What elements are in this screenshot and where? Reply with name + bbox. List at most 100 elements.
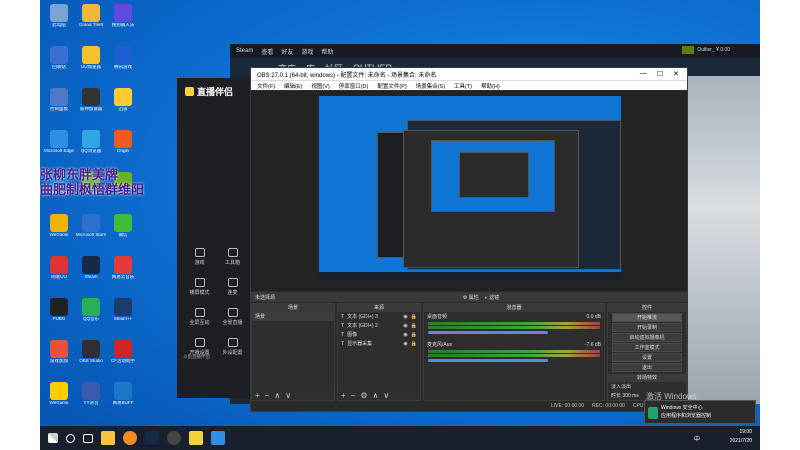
- search-icon[interactable]: [66, 433, 75, 443]
- minimize-icon[interactable]: —: [640, 70, 647, 78]
- task-view-icon[interactable]: [83, 433, 93, 443]
- desktop-icon[interactable]: 控制面板: [42, 88, 76, 112]
- source-item[interactable]: T 文本 (GDI+) 2 ◉ 🔒: [338, 321, 420, 330]
- desktop-icon[interactable]: Microsoft Store: [74, 214, 108, 238]
- obs-menu-item[interactable]: 停靠窗口(D): [339, 82, 369, 90]
- desktop-icon[interactable]: 腾讯游戏: [106, 46, 140, 70]
- obs-menu-item[interactable]: 工具(T): [454, 82, 472, 90]
- desktop-icon[interactable]: 搜狗输入法: [106, 4, 140, 28]
- desktop-icon[interactable]: QQ浏览器: [74, 130, 108, 154]
- live-tile[interactable]: 横屏模式: [183, 278, 216, 296]
- desktop-icon[interactable]: WeGame: [42, 214, 76, 238]
- obs-menu-item[interactable]: 文件(F): [257, 82, 275, 90]
- obs-task-icon[interactable]: [167, 431, 181, 445]
- browser-icon[interactable]: [123, 431, 137, 445]
- maximize-icon[interactable]: ☐: [657, 70, 663, 78]
- down-icon[interactable]: ∨: [285, 391, 291, 400]
- control-button[interactable]: 启动虚拟摄像机: [612, 333, 682, 342]
- steam-task-icon[interactable]: [145, 431, 159, 445]
- live-tile[interactable]: 外设配置: [216, 338, 249, 356]
- clock[interactable]: 19:00 2021/7/20: [730, 428, 752, 446]
- security-notification[interactable]: Windows 安全中心 应用程序和浏览器控制: [644, 400, 756, 424]
- live-tile[interactable]: 连麦: [216, 278, 249, 296]
- source-item[interactable]: T 图像 ◉ 🔒: [338, 330, 420, 339]
- obs-menu-item[interactable]: 视图(V): [311, 82, 329, 90]
- volume-slider[interactable]: [428, 359, 548, 362]
- obs-menu-item[interactable]: 配置文件(P): [377, 82, 406, 90]
- desktop-icon[interactable]: 微信: [106, 214, 140, 238]
- properties-button[interactable]: ⚙ 属性: [463, 294, 479, 301]
- lock-icon[interactable]: 🔒: [411, 341, 417, 347]
- desktop-icon[interactable]: YY语音: [74, 382, 108, 406]
- eye-icon[interactable]: ◉: [403, 332, 407, 338]
- app-task-icon[interactable]: [211, 431, 225, 445]
- desktop-icon[interactable]: 回收站: [42, 46, 76, 70]
- up-icon[interactable]: ∧: [373, 391, 379, 400]
- up-icon[interactable]: ∧: [274, 391, 280, 400]
- desktop-icon[interactable]: Grand Theft: [74, 4, 108, 28]
- scene-item[interactable]: 场景: [252, 312, 334, 321]
- obs-menu-item[interactable]: 帮助(H): [481, 82, 500, 90]
- desktop-icon[interactable]: 网易UU: [42, 256, 76, 280]
- source-item[interactable]: T 文本 (GDI+) 3 ◉ 🔒: [338, 312, 420, 321]
- desktop-icon[interactable]: UU加速器: [74, 46, 108, 70]
- obs-menu-item[interactable]: 编辑(E): [284, 82, 302, 90]
- desktop-icon[interactable]: QQ音乐: [74, 298, 108, 322]
- lock-icon[interactable]: 🔒: [411, 332, 417, 338]
- add-icon[interactable]: +: [341, 391, 346, 400]
- desktop-icon[interactable]: 此电脑: [42, 4, 76, 28]
- desktop-icon[interactable]: 网易云音乐: [106, 256, 140, 280]
- remove-icon[interactable]: −: [265, 391, 270, 400]
- desktop-icon[interactable]: CF活动助手: [106, 340, 140, 364]
- steam-menu-item[interactable]: 查看: [261, 47, 273, 56]
- desktop-icon[interactable]: OBS Studio: [74, 340, 108, 364]
- steam-menu-item[interactable]: 帮助: [321, 47, 333, 56]
- live-assistant-window[interactable]: 直播伴侣 游戏 工具箱 横屏模式 连麦 全屏互动 全景直播 开播设置 外设配置 斗鱼直播伴侣: [177, 78, 253, 398]
- desktop-icon[interactable]: Origin: [106, 130, 140, 154]
- desktop-icon[interactable]: WeGame: [42, 382, 76, 406]
- obs-menu-item[interactable]: 场景集合(S): [416, 82, 445, 90]
- obs-window[interactable]: OBS 27.0.1 (64-bit, windows) - 配置文件: 未命名…: [250, 67, 688, 412]
- desktop-icon[interactable]: Microsoft Edge: [42, 130, 76, 154]
- live-tile[interactable]: 全屏互动: [183, 308, 216, 326]
- eye-icon[interactable]: ◉: [403, 314, 407, 320]
- gear-icon[interactable]: ⚙: [360, 391, 367, 400]
- control-button[interactable]: 工作室模式: [612, 343, 682, 352]
- steam-menu-item[interactable]: Steam: [236, 48, 253, 54]
- live-task-icon[interactable]: [189, 431, 203, 445]
- down-icon[interactable]: ∨: [383, 391, 389, 400]
- remove-icon[interactable]: −: [351, 391, 356, 400]
- desktop-icon[interactable]: Steam++: [106, 298, 140, 322]
- desktop-icon[interactable]: 网易BUFF: [106, 382, 140, 406]
- control-button[interactable]: 设置: [612, 353, 682, 362]
- live-tile[interactable]: 全景直播: [216, 308, 249, 326]
- desktop-icon[interactable]: 雷神加速器: [74, 88, 108, 112]
- notification-icon[interactable]: [682, 46, 695, 54]
- windows-start-icon[interactable]: [48, 433, 58, 443]
- explorer-icon[interactable]: [101, 431, 115, 445]
- filters-button[interactable]: ◐ 滤镜: [485, 294, 499, 301]
- desktop-icon[interactable]: 迅雷: [106, 88, 140, 112]
- live-tile[interactable]: 工具箱: [216, 248, 249, 266]
- eye-icon[interactable]: ◉: [403, 341, 407, 347]
- lock-icon[interactable]: 🔒: [411, 323, 417, 329]
- eye-icon[interactable]: ◉: [403, 323, 407, 329]
- steam-menu-item[interactable]: 游戏: [301, 47, 313, 56]
- control-button[interactable]: 退出: [612, 363, 682, 372]
- steam-account[interactable]: Outlier_ ¥ 0.00: [682, 46, 730, 54]
- desktop-icon[interactable]: Steam: [74, 256, 108, 280]
- source-item[interactable]: T 显示器采集 ◉ 🔒: [338, 339, 420, 348]
- obs-preview[interactable]: [251, 91, 687, 291]
- transition-select[interactable]: 淡入淡出: [608, 382, 686, 391]
- live-tile[interactable]: 游戏: [183, 248, 216, 266]
- close-icon[interactable]: ✕: [673, 70, 679, 78]
- control-button[interactable]: 开始录制: [612, 323, 682, 332]
- desktop-icon[interactable]: 游戏加加: [42, 340, 76, 364]
- lock-icon[interactable]: 🔒: [411, 314, 417, 320]
- control-button[interactable]: 开始推流: [612, 313, 682, 322]
- steam-menu-item[interactable]: 好友: [281, 47, 293, 56]
- ime-indicator[interactable]: 中: [694, 434, 700, 443]
- volume-slider[interactable]: [428, 331, 548, 334]
- desktop-icon[interactable]: PUBG: [42, 298, 76, 322]
- add-icon[interactable]: +: [255, 391, 260, 400]
